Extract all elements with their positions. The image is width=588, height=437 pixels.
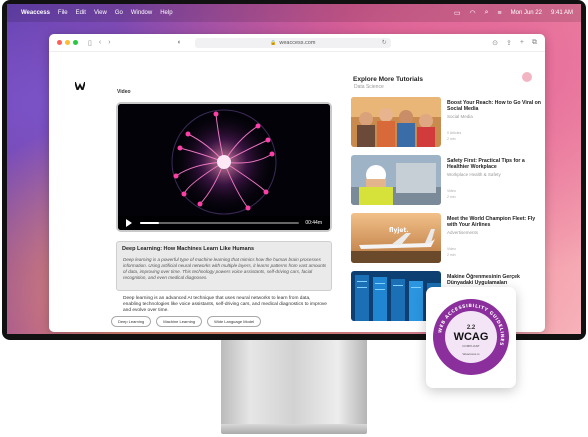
- menu-date[interactable]: Mon Jun 22: [511, 10, 542, 16]
- minimize-window-button[interactable]: [65, 40, 70, 45]
- monitor-stand: [221, 340, 367, 434]
- tutorial-card-category: Workplace Health & Safety: [447, 172, 501, 177]
- play-icon[interactable]: [126, 219, 132, 227]
- tutorial-thumbnail: [351, 155, 441, 205]
- url-text: weaccess.com: [279, 39, 316, 46]
- tag-list: Deep Learning Machine Learning Wide Lang…: [111, 316, 262, 327]
- browser-toolbar: ▯ ‹ › ◐ 🔒 weaccess.com ↻ ⊙ ⇪ + ⧉: [49, 34, 545, 52]
- video-progress-fill: [140, 222, 160, 224]
- video-time: 00:44m: [305, 220, 322, 226]
- tutorial-card-meta: 0 Articles 2 min: [447, 131, 461, 142]
- tutorial-card-social-media[interactable]: Boost Your Reach: How to Go Viral on Soc…: [351, 97, 541, 147]
- tag-machine-learning[interactable]: Machine Learning: [156, 316, 203, 327]
- svg-text:COMPLIANT: COMPLIANT: [462, 344, 480, 348]
- tutorial-card-category: Social Media: [447, 114, 473, 119]
- tutorial-card-meta-line: Video: [447, 247, 456, 251]
- video-description-text: Deep learning is a powerful type of mach…: [123, 257, 327, 280]
- menu-help[interactable]: Help: [160, 10, 172, 16]
- tag-wide-language-model[interactable]: Wide Language Model: [207, 316, 262, 327]
- search-icon[interactable]: ⌕: [485, 9, 489, 17]
- svg-text:WCAG: WCAG: [454, 331, 489, 343]
- desktop-screen: Weaccess File Edit View Go Window Help ▭…: [7, 4, 581, 334]
- toolbar-actions: ⊙ ⇪ + ⧉: [492, 39, 537, 47]
- menu-file[interactable]: File: [58, 10, 68, 16]
- back-icon[interactable]: ‹: [99, 39, 101, 46]
- menu-window[interactable]: Window: [131, 10, 152, 16]
- tutorial-card-meta-line: 2 min: [447, 252, 456, 257]
- monitor-stand-base: [221, 424, 367, 434]
- video-description-card: Deep Learning: How Machines Learn Like H…: [116, 241, 332, 291]
- tutorials-subheading: Data Science: [354, 84, 384, 90]
- video-player[interactable]: 00:44m: [116, 102, 332, 232]
- share-icon[interactable]: ⇪: [506, 39, 512, 47]
- flyjet-logo-text: flyjet.: [389, 227, 409, 234]
- tutorial-thumbnail: [351, 97, 441, 147]
- forward-icon[interactable]: ›: [108, 39, 110, 46]
- tutorial-card-meta-line: Video: [447, 189, 456, 193]
- tutorial-card-category: Advertisements: [447, 230, 479, 235]
- tag-deep-learning[interactable]: Deep Learning: [111, 316, 152, 327]
- tutorial-card-title: Boost Your Reach: How to Go Viral on Soc…: [447, 100, 541, 113]
- site-logo[interactable]: [74, 81, 86, 93]
- menu-time[interactable]: 9:41 AM: [551, 10, 573, 16]
- wcag-badge: WEB ACCESSIBILITY GUIDELINES 2.2 WCAG CO…: [426, 287, 516, 388]
- lock-icon: 🔒: [270, 39, 277, 46]
- group-selfie-image: [351, 97, 441, 147]
- zoom-window-button[interactable]: [73, 40, 78, 45]
- tab-overview-icon[interactable]: ⧉: [532, 39, 537, 47]
- tutorial-card-meta-line: 2 min: [447, 194, 456, 199]
- tutorials-heading: Explore More Tutorials: [353, 76, 423, 83]
- tutorial-card-title: Meet the World Champion Fleet: Fly with …: [447, 216, 536, 229]
- wcag-badge-seal: WEB ACCESSIBILITY GUIDELINES 2.2 WCAG CO…: [433, 299, 509, 375]
- svg-text:Weaccess.io: Weaccess.io: [463, 352, 480, 356]
- video-controls: 00:44m: [118, 216, 330, 230]
- menu-bar-status: ▭ ◠ ⌕ ≡ Mon Jun 22 9:41 AM: [454, 9, 573, 17]
- avatar[interactable]: [522, 72, 532, 82]
- privacy-shield-icon[interactable]: ◐: [178, 39, 182, 46]
- reload-icon[interactable]: ↻: [382, 39, 387, 46]
- menu-edit[interactable]: Edit: [76, 10, 86, 16]
- site-logo-icon: [74, 81, 86, 93]
- video-progress-bar[interactable]: [140, 222, 300, 224]
- video-section-label: Video: [117, 89, 131, 95]
- menu-app-name[interactable]: Weaccess: [21, 10, 50, 16]
- address-bar[interactable]: 🔒 weaccess.com ↻: [194, 37, 391, 48]
- tutorial-card-meta-line: 2 min: [447, 136, 456, 141]
- downloads-icon[interactable]: ⊙: [492, 39, 498, 47]
- window-controls: [57, 40, 78, 45]
- tutorial-card-meta: Video 2 min: [447, 189, 456, 200]
- menu-go[interactable]: Go: [115, 10, 123, 16]
- tutorial-card-title: Makine Öğrenmesinin Gerçek Dünyadaki Uyg…: [447, 274, 520, 287]
- menu-bar: Weaccess File Edit View Go Window Help ▭…: [7, 4, 581, 22]
- tutorial-card-title: Safety First: Practical Tips for a Healt…: [447, 158, 525, 171]
- tutorial-thumbnail: flyjet.: [351, 213, 441, 263]
- battery-icon[interactable]: ▭: [454, 9, 461, 17]
- menu-view[interactable]: View: [94, 10, 107, 16]
- video-title: Deep Learning: How Machines Learn Like H…: [122, 246, 255, 252]
- new-tab-icon[interactable]: +: [520, 39, 524, 47]
- tutorial-card-advertisements[interactable]: flyjet. Meet the World Champion Fleet: F…: [351, 213, 541, 263]
- safety-worker-image: [351, 155, 441, 205]
- plasma-ball-thumbnail: [118, 104, 330, 230]
- tutorial-card-meta-line: 0 Articles: [447, 131, 462, 135]
- close-window-button[interactable]: [57, 40, 62, 45]
- sidebar-toggle-icon[interactable]: ▯: [88, 39, 92, 47]
- airplane-image: [351, 213, 441, 263]
- wifi-icon[interactable]: ◠: [470, 9, 476, 17]
- tutorial-card-workplace-safety[interactable]: Safety First: Practical Tips for a Healt…: [351, 155, 541, 205]
- tutorial-card-meta: Video 2 min: [447, 247, 456, 258]
- article-body-text: Deep learning is an advanced AI techniqu…: [123, 296, 327, 313]
- control-center-icon[interactable]: ≡: [498, 10, 502, 17]
